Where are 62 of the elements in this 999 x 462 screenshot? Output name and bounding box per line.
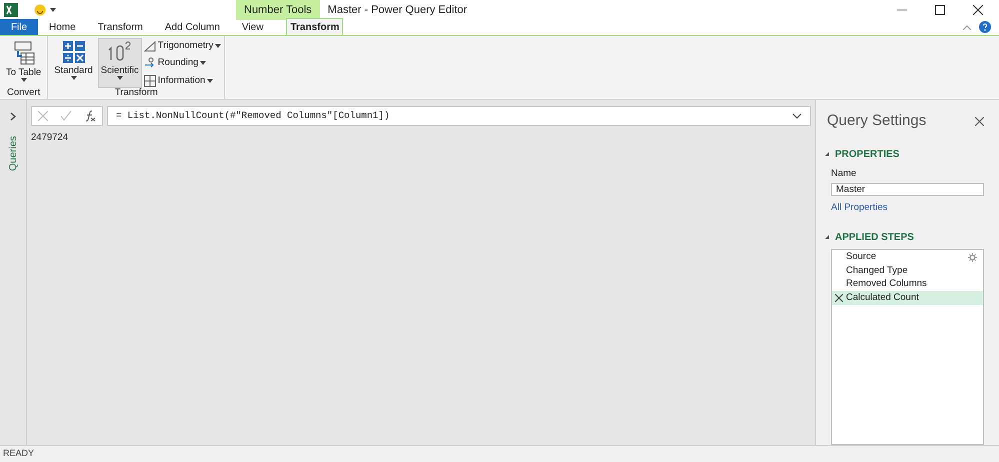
- table-arrow-icon: [12, 41, 35, 65]
- ribbon-tab[interactable]: View: [230, 19, 274, 35]
- applied-step[interactable]: Calculated Count: [832, 291, 983, 305]
- close-icon[interactable]: [973, 5, 983, 15]
- triangle-icon: [144, 40, 156, 52]
- step-label: Changed Type: [846, 264, 908, 278]
- ribbon-large-button[interactable]: Scientific: [98, 38, 142, 88]
- panel-title: Query Settings: [827, 111, 926, 131]
- ribbon-small-button[interactable]: Rounding: [144, 56, 222, 70]
- step-label: Removed Columns: [846, 277, 927, 292]
- name-field[interactable]: Master: [831, 182, 984, 196]
- help-icon[interactable]: [979, 21, 991, 33]
- ribbon-small-button[interactable]: Information: [144, 74, 222, 88]
- maximize-icon[interactable]: [935, 5, 945, 15]
- collapse-caret-icon[interactable]: [963, 24, 971, 30]
- group-label: Convert: [6, 87, 42, 99]
- status-text: READY: [3, 447, 34, 460]
- info-grid-icon: [144, 74, 156, 87]
- ribbon-small-button[interactable]: Trigonometry: [144, 39, 222, 54]
- section-heading: PROPERTIES: [835, 148, 900, 162]
- step-label: Calculated Count: [846, 290, 919, 305]
- section-heading: APPLIED STEPS: [835, 230, 914, 245]
- ribbon-tab[interactable]: Transform: [286, 18, 344, 35]
- smiley-icon[interactable]: [34, 4, 46, 16]
- window-title: Master - Power Query Editor: [328, 2, 468, 18]
- caret-icon: [20, 78, 27, 82]
- formula-field[interactable]: = List.NonNullCount(#"Removed Columns"[Column1]): [107, 106, 811, 126]
- expand-chevron-icon[interactable]: [10, 112, 16, 121]
- power-icon: [108, 41, 132, 63]
- ribbon-tab[interactable]: Home: [38, 19, 87, 35]
- contextual-tab-label: Number Tools: [236, 0, 320, 20]
- all-properties-link[interactable]: All Properties: [831, 201, 984, 216]
- file-tab[interactable]: File: [0, 19, 38, 35]
- field-label: Name: [831, 166, 858, 180]
- ribbon-tab[interactable]: Transform: [86, 19, 154, 35]
- step-label: Source: [846, 250, 876, 264]
- caret-icon: [207, 78, 214, 83]
- rounding-icon: [144, 57, 156, 70]
- caret-icon: [116, 76, 123, 80]
- spreadsheet-logo-icon: [4, 3, 18, 17]
- delete-step-icon[interactable]: [835, 294, 843, 302]
- caret-icon: [50, 8, 56, 12]
- caret-icon: [200, 61, 206, 66]
- ribbon-large-button[interactable]: To Table: [3, 38, 44, 88]
- applied-step[interactable]: Removed Columns: [832, 278, 983, 292]
- operators-icon: [62, 41, 84, 63]
- applied-step[interactable]: Changed Type: [832, 264, 983, 278]
- collapse-triangle-icon[interactable]: [825, 235, 829, 240]
- collapse-triangle-icon[interactable]: [825, 152, 829, 156]
- gear-icon[interactable]: [968, 252, 977, 262]
- caret-icon: [215, 44, 222, 48]
- group-label: Transform: [114, 87, 159, 99]
- queries-pane-label[interactable]: Queries: [7, 133, 19, 173]
- ribbon-large-button[interactable]: Standard: [51, 38, 96, 88]
- ribbon-tab[interactable]: Add Column: [154, 19, 231, 35]
- function-icon[interactable]: [84, 110, 96, 122]
- close-icon[interactable]: [975, 116, 984, 126]
- expand-caret-icon: [792, 113, 802, 119]
- result-value: 2479724: [31, 131, 69, 145]
- check-icon[interactable]: [60, 111, 71, 121]
- applied-step[interactable]: Source: [832, 250, 983, 264]
- caret-icon: [70, 76, 76, 80]
